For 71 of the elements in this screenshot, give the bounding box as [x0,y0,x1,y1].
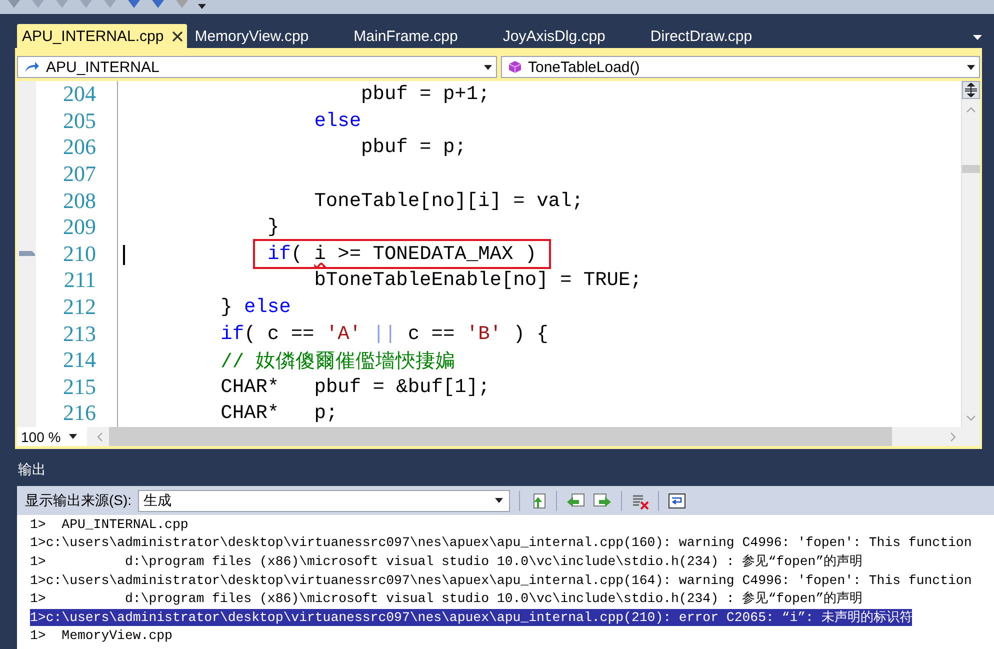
line-number: 206 [62,134,97,160]
line-number: 214 [62,347,97,374]
chevron-right-icon[interactable] [950,432,956,442]
arrow-right-icon[interactable] [592,492,612,510]
line-number: 208 [62,188,97,214]
file-tab[interactable]: APU_INTERNAL.cpp [17,24,187,48]
file-tab[interactable]: MainFrame.cpp [348,24,464,48]
code-line: pbuf = p; [361,136,466,158]
code-line: CHAR* p; [220,402,338,424]
word-wrap-icon[interactable] [668,492,686,508]
toolbar-icon[interactable] [78,0,94,10]
scroll-thumb[interactable] [109,427,892,446]
toolbar-icon[interactable] [174,0,190,10]
line-number: 204 [62,81,97,108]
caret-icon[interactable] [198,4,206,9]
scope-dropdown[interactable]: APU_INTERNAL [17,56,497,78]
dropdown-icon[interactable] [973,35,982,40]
arrow-icon [24,61,40,73]
indicator-margin [17,400,36,427]
panel-title: 输出 [17,460,47,479]
code-line: bToneTableEnable[no] = TRUE; [314,269,642,292]
toolbar-icon[interactable] [126,0,142,10]
vertical-scrollbar[interactable] [961,81,980,427]
code-line: } [267,216,280,238]
close-icon[interactable] [172,30,183,42]
zoom-dropdown[interactable]: 100 % [17,427,87,446]
output-line[interactable]: 1> d:\program files (x86)\microsoft visual studio 10.0\vc\include\stdio.h(234) : 参见“fopen”的声明 [30,590,863,608]
toolbar-icon[interactable] [150,0,166,10]
chevron-left-icon[interactable] [97,432,103,442]
line-number: 212 [62,294,97,320]
code-line: } else [220,296,291,318]
code-line: ToneTable[no][i] = val; [314,190,584,212]
source-dropdown[interactable]: 生成 [138,490,510,512]
file-tab[interactable]: MemoryView.cpp [188,24,315,48]
toolbar-icon[interactable] [6,0,22,10]
output-line[interactable]: 1> MemoryView.cpp [30,627,172,644]
file-tab[interactable]: JoyAxisDlg.cpp [496,24,612,48]
file-tab[interactable]: DirectDraw.cpp [644,24,758,48]
member-dropdown[interactable]: ToneTableLoad() [501,56,980,78]
chevron-down-icon[interactable] [966,415,976,421]
code-line: CHAR* pbuf = &buf[1]; [220,376,490,398]
caret-icon [68,434,77,439]
toolbar-icon[interactable] [54,0,70,10]
caret-icon [967,64,975,70]
output-line[interactable]: 1>c:\users\administrator\desktop\virtuanessrc097\nes\apuex\apu_internal.cpp(160): warning C4996: 'fopen': This function [30,534,972,552]
toolbar-icon[interactable] [30,0,46,10]
line-number: 210 [62,240,97,267]
line-number: 209 [62,214,97,240]
source-label: 显示输出来源(S): [25,492,132,510]
chevron-up-icon[interactable] [966,107,976,113]
line-number: 213 [62,320,97,347]
caret-icon [494,498,503,503]
line-number: 207 [62,161,97,188]
arrow-left-icon[interactable] [566,492,586,510]
code-line: pbuf = p+1; [361,83,490,106]
line-number: 205 [62,108,97,134]
scroll-thumb[interactable] [962,165,980,173]
caret-icon [484,64,492,70]
output-line[interactable]: 1> APU_INTERNAL.cpp [30,516,188,533]
code-line: else [314,110,362,132]
split-icon[interactable] [965,83,977,97]
output-line[interactable]: 1>c:\users\administrator\desktop\virtuanessrc097\nes\apuex\apu_internal.cpp(164): warning C4996: 'fopen': This function [30,572,972,589]
toolbar-icon[interactable] [102,0,118,10]
code-line: // 奻僯傻爾催儖墻悏捿媥 [220,350,456,374]
line-number: 211 [62,267,97,294]
line-number: 216 [62,400,97,426]
cube-icon [508,60,522,74]
line-number: 215 [62,374,97,400]
output-line[interactable]: 1> d:\program files (x86)\microsoft visual studio 10.0\vc\include\stdio.h(234) : 参见“fopen”的声明 [30,552,863,570]
code-line: if( c == 'A' || c == 'B' ) { [220,322,548,345]
indicator-margin [17,81,36,108]
